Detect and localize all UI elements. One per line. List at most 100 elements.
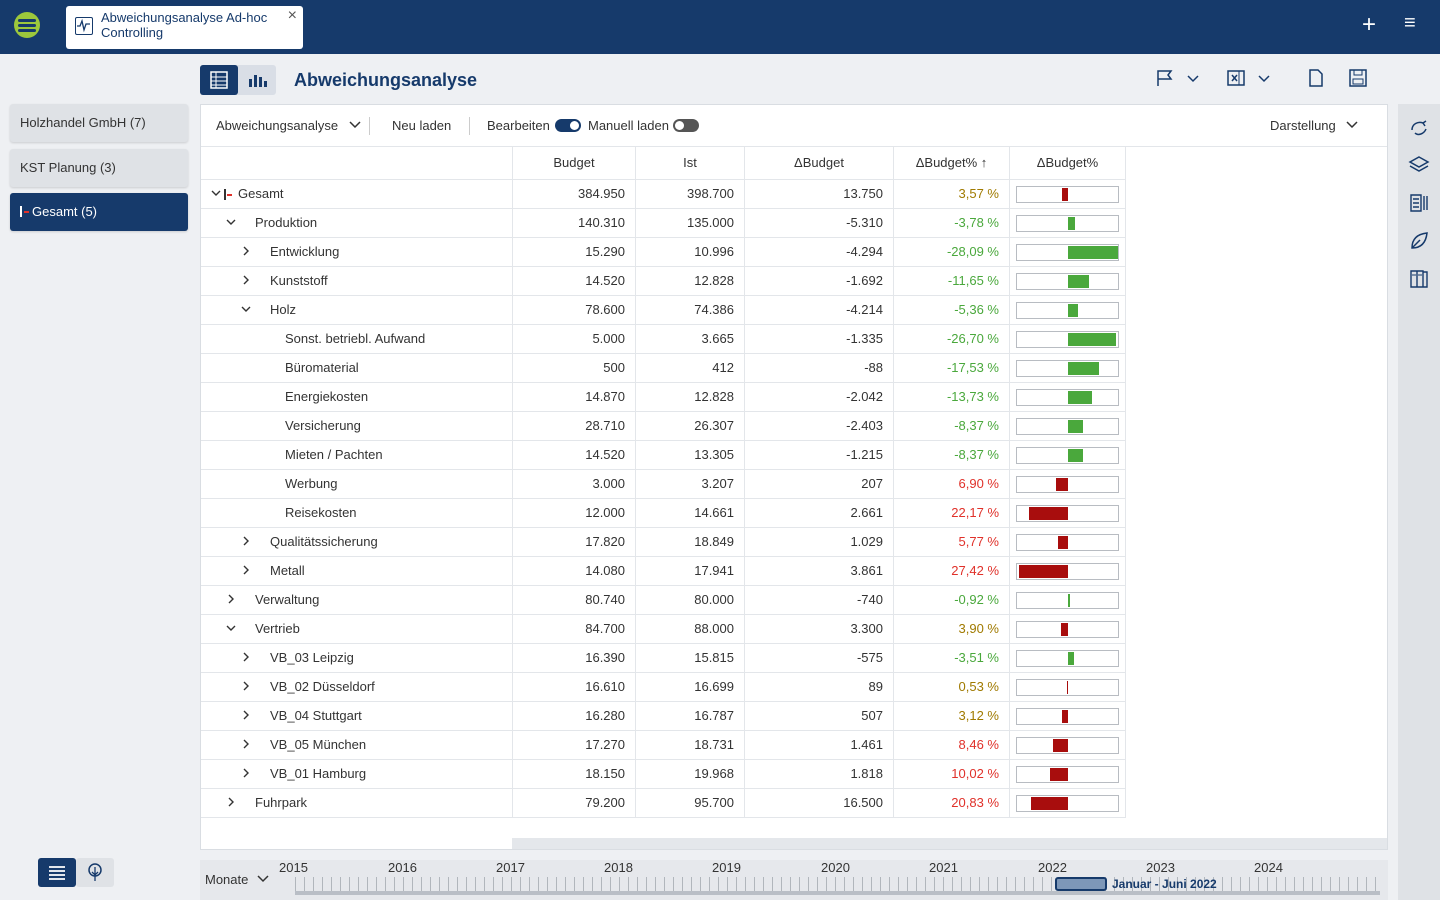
marker-dash-icon	[24, 211, 29, 213]
year-label: 2019	[712, 860, 741, 875]
table-row[interactable]: Holz 78.600 74.386 -4.214 -5,36 %	[201, 295, 1126, 324]
chevron-right-icon[interactable]	[224, 789, 238, 817]
deviation-bar-fill	[1062, 188, 1068, 201]
view-select[interactable]: Abweichungsanalyse	[216, 118, 362, 133]
timeline-selection-handle[interactable]	[1055, 877, 1107, 891]
delta-budget-cell: 89	[744, 673, 893, 701]
table-row[interactable]: VB_05 München 17.270 18.731 1.461 8,46 %	[201, 730, 1126, 759]
table-view-button[interactable]	[200, 65, 238, 95]
timeline-track[interactable]	[295, 891, 1380, 895]
year-label: 2016	[388, 860, 417, 875]
table-row[interactable]: Qualitätssicherung 17.820 18.849 1.029 5,77 …	[201, 527, 1126, 556]
table-row[interactable]: Sonst. betriebl. Aufwand 5.000 3.665 -1.335…	[201, 324, 1126, 353]
chevron-down-icon[interactable]	[224, 615, 238, 643]
close-icon[interactable]: ×	[288, 7, 297, 25]
table-row[interactable]: Metall 14.080 17.941 3.861 27,42 %	[201, 556, 1126, 585]
table-row[interactable]: Energiekosten 14.870 12.828 -2.042 -13,73 %	[201, 382, 1126, 411]
flag-icon[interactable]	[1155, 68, 1175, 93]
list-book-icon[interactable]	[1408, 192, 1430, 219]
row-label: Werbung	[285, 476, 338, 491]
table-row[interactable]: VB_03 Leipzig 16.390 15.815 -575 -3,51 %	[201, 643, 1126, 672]
table-row[interactable]: Reisekosten 12.000 14.661 2.661 22,17 %	[201, 498, 1126, 527]
table-row[interactable]: Versicherung 28.710 26.307 -2.403 -8,37 %	[201, 411, 1126, 440]
nav-item-kst-planung[interactable]: KST Planung (3)	[10, 149, 188, 187]
deviation-bar-fill	[1068, 391, 1092, 404]
budget-cell: 18.150	[512, 760, 635, 788]
budget-cell: 15.290	[512, 238, 635, 266]
horizontal-scrollbar[interactable]	[512, 838, 1387, 849]
table-row[interactable]: Produktion 140.310 135.000 -5.310 -3,78 %	[201, 208, 1126, 237]
chevron-right-icon[interactable]	[239, 557, 253, 585]
table-row[interactable]: Büromaterial 500 412 -88 -17,53 %	[201, 353, 1126, 382]
hand-icon[interactable]	[1408, 116, 1430, 143]
view-select-label: Abweichungsanalyse	[216, 118, 339, 133]
chevron-right-icon[interactable]	[239, 644, 253, 672]
chevron-down-icon[interactable]	[224, 209, 238, 237]
ist-cell: 95.700	[635, 789, 744, 817]
display-select[interactable]: Darstellung	[1270, 118, 1359, 133]
table-row[interactable]: VB_02 Düsseldorf 16.610 16.699 89 0,53 %	[201, 672, 1126, 701]
granularity-select[interactable]: Monate	[205, 872, 270, 887]
chevron-down-icon[interactable]	[1186, 68, 1200, 93]
nav-item-gesamt[interactable]: Gesamt (5)	[10, 193, 188, 231]
chevron-down-icon[interactable]	[239, 296, 253, 324]
delta-budget-pct-cell: -3,78 %	[893, 209, 1009, 237]
chart-view-button[interactable]	[238, 65, 276, 95]
books-icon[interactable]	[1408, 268, 1430, 295]
panel-toolbar: Abweichungsanalyse Neu laden Bearbeiten …	[201, 105, 1387, 147]
chevron-right-icon[interactable]	[239, 731, 253, 759]
table-row[interactable]: Vertrieb 84.700 88.000 3.300 3,90 %	[201, 614, 1126, 643]
chevron-right-icon[interactable]	[239, 267, 253, 295]
table-row[interactable]: VB_04 Stuttgart 16.280 16.787 507 3,12 %	[201, 701, 1126, 730]
document-tab[interactable]: Abweichungsanalyse Ad-hoc Controlling ×	[66, 6, 303, 49]
table-row[interactable]: Fuhrpark 79.200 95.700 16.500 20,83 %	[201, 788, 1126, 817]
table-row[interactable]: Gesamt 384.950 398.700 13.750 3,57 %	[201, 179, 1126, 208]
chevron-down-icon[interactable]	[1257, 68, 1271, 93]
list-view-button[interactable]	[38, 858, 76, 887]
reload-button[interactable]: Neu laden	[392, 118, 451, 133]
row-label: Versicherung	[285, 418, 361, 433]
chevron-down-icon[interactable]	[209, 180, 223, 208]
budget-cell: 79.200	[512, 789, 635, 817]
col-budget[interactable]: Budget	[512, 147, 635, 179]
col-delta-budget-pct[interactable]: ΔBudget% ↑	[893, 147, 1009, 179]
col-delta-budget-bar[interactable]: ΔBudget%	[1009, 147, 1126, 179]
year-label: 2022	[1038, 860, 1067, 875]
col-ist[interactable]: Ist	[635, 147, 744, 179]
nav-item-label: Gesamt (5)	[32, 204, 98, 219]
row-label: Holz	[270, 302, 297, 317]
tree-view-button[interactable]	[76, 858, 114, 887]
ist-cell: 74.386	[635, 296, 744, 324]
table-row[interactable]: Kunststoff 14.520 12.828 -1.692 -11,65 %	[201, 266, 1126, 295]
table-row[interactable]: Verwaltung 80.740 80.000 -740 -0,92 %	[201, 585, 1126, 614]
table-row[interactable]: VB_01 Hamburg 18.150 19.968 1.818 10,02 %	[201, 759, 1126, 788]
chevron-right-icon[interactable]	[239, 673, 253, 701]
chevron-right-icon[interactable]	[239, 238, 253, 266]
chevron-down-icon	[257, 875, 269, 883]
chevron-down-icon	[1346, 121, 1358, 129]
save-icon[interactable]	[1348, 68, 1368, 93]
layers-icon[interactable]	[1408, 154, 1430, 181]
table-row[interactable]: Werbung 3.000 3.207 207 6,90 %	[201, 469, 1126, 498]
add-icon[interactable]: +	[1362, 11, 1376, 39]
table-row[interactable]: Entwicklung 15.290 10.996 -4.294 -28,09 %	[201, 237, 1126, 266]
chevron-right-icon[interactable]	[239, 760, 253, 788]
col-delta-budget[interactable]: ΔBudget	[744, 147, 893, 179]
excel-icon[interactable]	[1226, 68, 1246, 93]
app-logo[interactable]	[14, 12, 40, 38]
deviation-bar-fill	[1068, 362, 1099, 375]
granularity-label: Monate	[205, 872, 249, 887]
edit-toggle[interactable]	[555, 119, 581, 132]
chevron-right-icon[interactable]	[239, 702, 253, 730]
budget-cell: 17.820	[512, 528, 635, 556]
table-row[interactable]: Mieten / Pachten 14.520 13.305 -1.215 -8,37 …	[201, 440, 1126, 469]
chevron-right-icon[interactable]	[239, 528, 253, 556]
document-icon[interactable]	[1306, 68, 1326, 93]
chevron-right-icon[interactable]	[224, 586, 238, 614]
nav-item-holzhandel[interactable]: Holzhandel GmbH (7)	[10, 104, 188, 142]
delta-budget-cell: -575	[744, 644, 893, 672]
manual-load-toggle[interactable]	[673, 119, 699, 132]
menu-icon[interactable]: ≡	[1404, 12, 1416, 35]
row-label: VB_04 Stuttgart	[270, 708, 362, 723]
leaf-icon[interactable]	[1408, 230, 1430, 257]
